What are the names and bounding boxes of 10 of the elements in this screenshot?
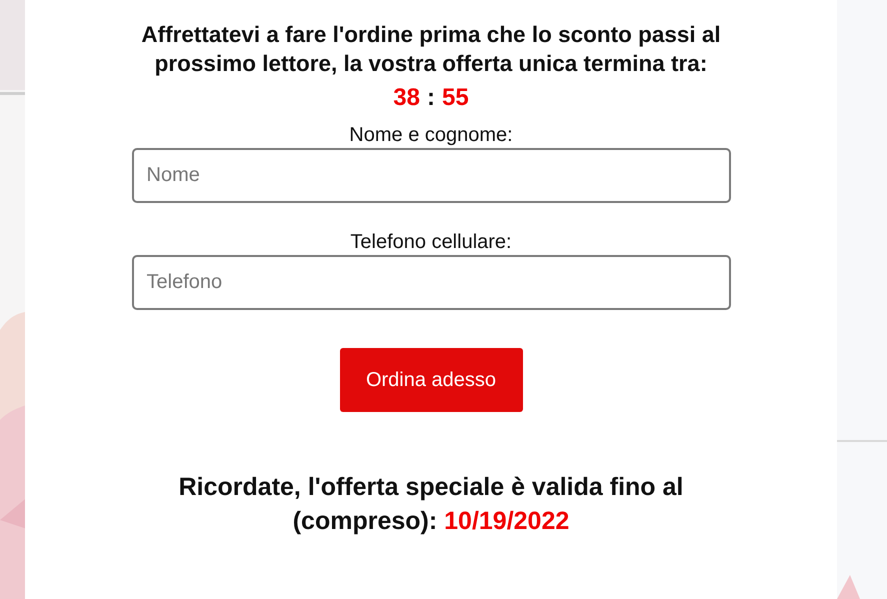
field-label: Telefono cellulare: bbox=[350, 230, 512, 255]
input-field[interactable]: Nome bbox=[132, 148, 730, 203]
field-label: Nome e cognome: bbox=[349, 123, 513, 148]
input-field[interactable]: Telefono bbox=[132, 255, 730, 310]
countdown-separator: : bbox=[427, 84, 435, 112]
countdown-minutes: 38 bbox=[393, 84, 420, 112]
reminder-text: Ricordate, l'offerta speciale è valida fino al (compreso): 10/19/2022 bbox=[178, 472, 684, 537]
countdown-seconds: 55 bbox=[442, 84, 469, 112]
headline: Affrettatevi a fare l'ordine prima che lo sconto passi al prossimo lettore, la vostra offerta unica termina tra: bbox=[140, 21, 722, 78]
order-button[interactable]: Ordina adesso bbox=[340, 348, 522, 412]
